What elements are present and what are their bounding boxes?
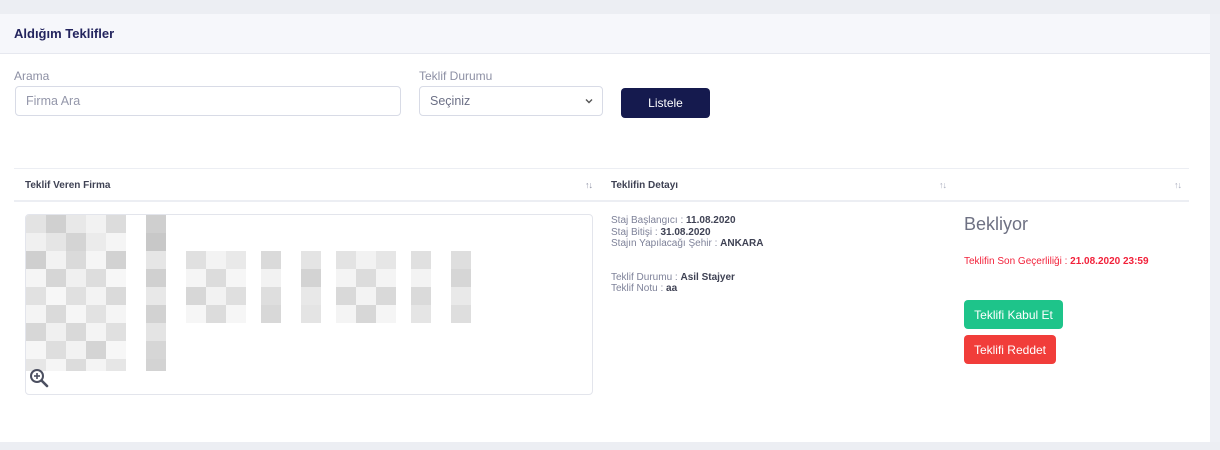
card-header: Aldığım Teklifler (0, 14, 1210, 54)
offer-status-text: Bekliyor (964, 214, 1029, 234)
offer-note-value: aa (666, 283, 678, 294)
column-header-detail-label: Teklifin Detayı (611, 179, 679, 191)
offer-expiry: Teklifin Son Geçerliliği : 21.08.2020 23… (964, 256, 1149, 267)
status-label: Teklif Durumu (419, 69, 493, 83)
sort-arrows-icon[interactable]: ↑↓ (585, 180, 593, 190)
table-row: Staj Başlangıcı : 11.08.2020 Staj Bitişi… (14, 204, 1189, 404)
start-date-label: Staj Başlangıcı : (611, 215, 687, 226)
search-input[interactable]: Firma Ara (15, 86, 401, 116)
offers-card: Aldığım Teklifler Arama Firma Ara Teklif… (0, 14, 1210, 442)
offer-status-value: Asil Stajyer (680, 271, 735, 283)
page-title: Aldığım Teklifler (14, 26, 115, 41)
offer-detail: Staj Başlangıcı : 11.08.2020 Staj Bitişi… (611, 215, 763, 295)
end-date-value: 31.08.2020 (660, 226, 711, 238)
start-date-line: Staj Başlangıcı : 11.08.2020 (611, 215, 763, 227)
city-label: Stajın Yapılacağı Şehir : (611, 238, 721, 249)
end-date-line: Staj Bitişi : 31.08.2020 (611, 227, 763, 239)
city-value: ANKARA (720, 238, 764, 249)
column-header-company[interactable]: Teklif Veren Firma (25, 169, 110, 201)
start-date-value: 11.08.2020 (686, 215, 736, 226)
offer-note-line: Teklif Notu : aa (611, 283, 763, 295)
status-selected: Seçiniz (430, 94, 471, 108)
company-logo-frame[interactable] (25, 214, 593, 395)
chevron-down-icon (585, 99, 593, 104)
accept-offer-button[interactable]: Teklifi Kabul Et (964, 300, 1063, 329)
zoom-in-icon[interactable] (29, 368, 49, 388)
list-button-label: Listele (648, 96, 683, 110)
end-date-label: Staj Bitişi : (611, 226, 661, 238)
list-button[interactable]: Listele (621, 88, 710, 118)
bottom-strip (0, 442, 1220, 450)
accept-offer-label: Teklifi Kabul Et (974, 307, 1053, 322)
reject-offer-label: Teklifi Reddet (973, 342, 1047, 357)
expiry-value: 21.08.2020 23:59 (1070, 256, 1149, 267)
search-placeholder: Firma Ara (26, 94, 81, 108)
reject-offer-button[interactable]: Teklifi Reddet (964, 335, 1056, 364)
offer-note-label: Teklif Notu : (611, 283, 667, 294)
company-logo-image (26, 215, 471, 371)
top-strip (0, 0, 1220, 14)
status-select[interactable]: Seçiniz (419, 86, 603, 116)
search-label: Arama (14, 69, 50, 83)
table-header: Teklif Veren Firma ↑↓ Teklifin Detayı ↑↓… (14, 168, 1189, 202)
column-header-company-label: Teklif Veren Firma (25, 179, 111, 191)
expiry-label: Teklifin Son Geçerliliği : (964, 256, 1071, 267)
sort-arrows-icon[interactable]: ↑↓ (1174, 180, 1182, 190)
city-line: Stajın Yapılacağı Şehir : ANKARA (611, 238, 763, 250)
sort-arrows-icon[interactable]: ↑↓ (939, 180, 947, 190)
offer-status-line: Teklif Durumu : Asil Stajyer (611, 272, 763, 284)
column-header-detail[interactable]: Teklifin Detayı (611, 169, 678, 201)
offer-status-label: Teklif Durumu : (611, 271, 681, 283)
